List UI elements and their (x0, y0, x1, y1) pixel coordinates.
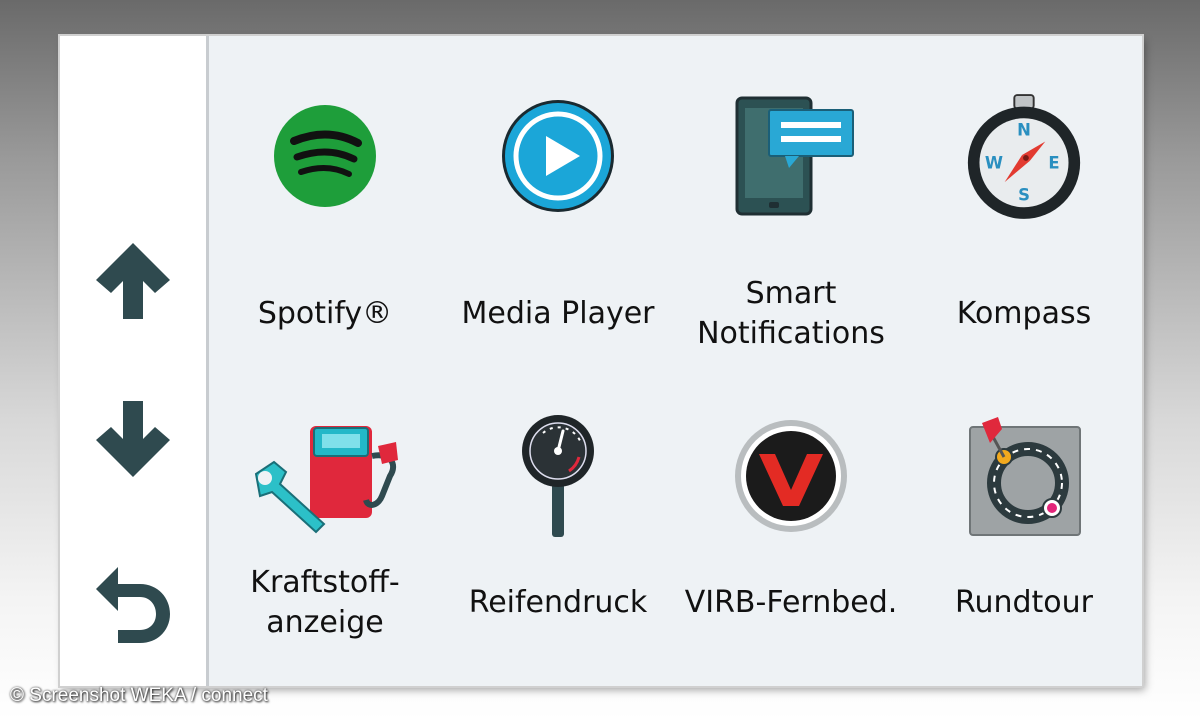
tire-pressure-icon (522, 415, 594, 537)
app-label: Kraftstoff- anzeige (250, 565, 400, 640)
app-label: Reifendruck (468, 585, 648, 620)
device-screen: Spotify® Media Player Smart Notification… (60, 36, 1142, 686)
app-label: Rundtour (954, 585, 1094, 620)
app-tile-virb-fernbedienung[interactable]: VIRB-Fernbed. (675, 36, 907, 620)
back-icon (96, 567, 170, 643)
scroll-down-button[interactable] (83, 390, 183, 490)
back-button[interactable] (83, 552, 183, 652)
app-tile-kraftstoffanzeige[interactable]: Kraftstoff- anzeige (209, 36, 441, 640)
fuel-gauge-icon (254, 426, 398, 534)
screenshot-credit: © Screenshot WEKA / connect (10, 685, 268, 706)
app-label: VIRB-Fernbed. (684, 585, 898, 620)
arrow-up-icon (96, 243, 170, 319)
navigation-sidebar (60, 36, 209, 686)
app-tile-rundtour[interactable]: Rundtour (908, 36, 1140, 620)
app-tile-reifendruck[interactable]: Reifendruck (442, 36, 674, 620)
scroll-up-button[interactable] (83, 230, 183, 330)
round-trip-icon (969, 417, 1081, 536)
virb-icon (735, 420, 847, 532)
arrow-down-icon (96, 401, 170, 477)
app-grid: Spotify® Media Player Smart Notification… (209, 36, 1142, 686)
